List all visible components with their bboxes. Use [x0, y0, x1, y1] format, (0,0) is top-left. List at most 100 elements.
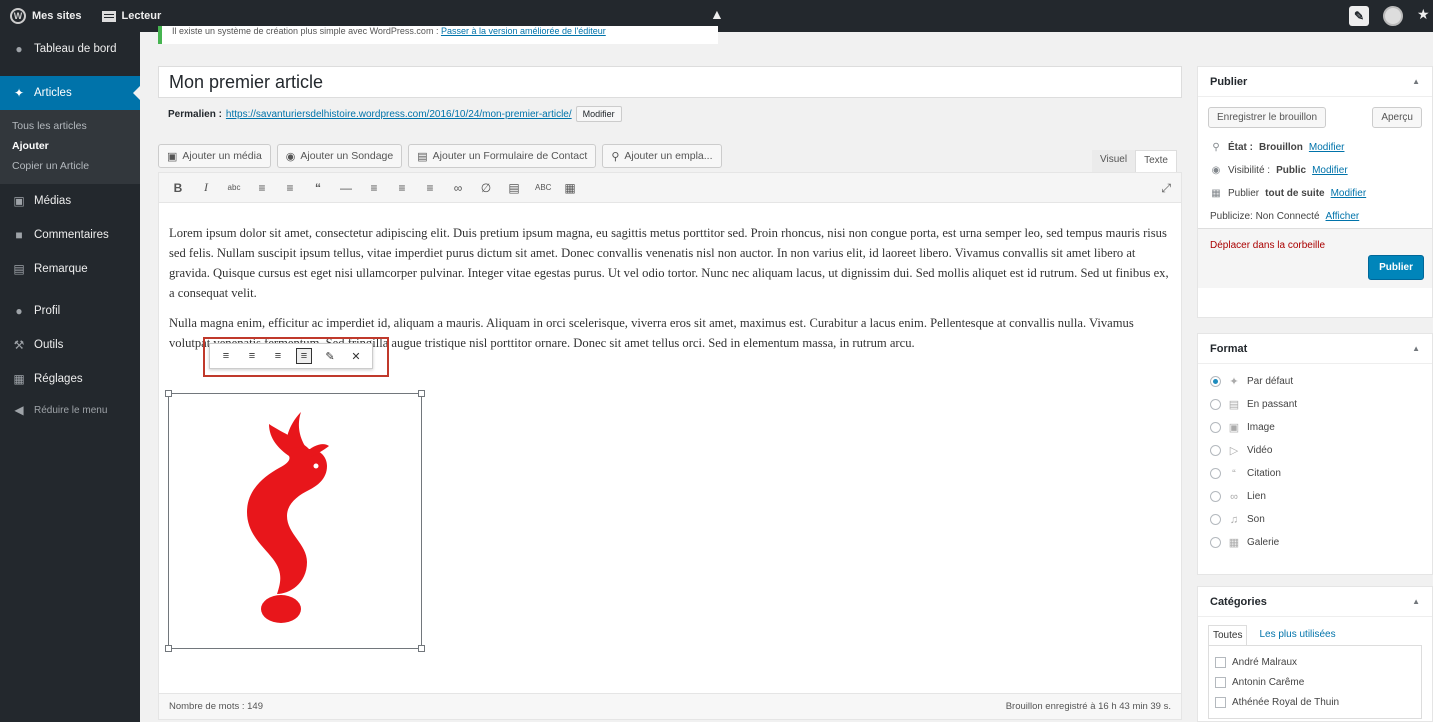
radio-button[interactable]: [1210, 399, 1221, 410]
horizontal-line-icon[interactable]: —: [339, 181, 353, 195]
edit-schedule-link[interactable]: Modifier: [1331, 188, 1367, 199]
tab-most-used[interactable]: Les plus utilisées: [1255, 625, 1339, 645]
radio-button[interactable]: [1210, 422, 1221, 433]
submenu-copy-article[interactable]: Copier un Article: [0, 156, 140, 176]
tab-all-categories[interactable]: Toutes: [1208, 625, 1248, 645]
format-option-quote[interactable]: “ Citation: [1198, 462, 1432, 485]
selected-image[interactable]: [165, 390, 425, 652]
fullscreen-icon[interactable]: ⤢: [1161, 181, 1171, 196]
collapse-arrow-icon[interactable]: ▲: [710, 6, 724, 22]
align-center-icon[interactable]: ≡: [395, 181, 409, 195]
post-status-row: ⚲ État : Brouillon Modifier: [1198, 136, 1432, 159]
move-to-trash-link[interactable]: Déplacer dans la corbeille: [1210, 240, 1325, 251]
tab-visual[interactable]: Visuel: [1092, 150, 1136, 172]
button-label: Ajouter un Sondage: [300, 150, 394, 162]
radio-button[interactable]: [1210, 514, 1221, 525]
content-editor[interactable]: B I abc ≡ ≡ “ — ≡ ≡ ≡ ∞ ∅ ▤ ABC ▦ ⤢ Lore…: [158, 172, 1182, 720]
format-option-image[interactable]: ▣ Image: [1198, 416, 1432, 439]
resize-handle[interactable]: [418, 645, 425, 652]
spellcheck-icon[interactable]: ABC: [535, 183, 551, 192]
eye-icon: ◉: [1211, 165, 1221, 176]
add-contact-form-button[interactable]: ▤ Ajouter un Formulaire de Contact: [408, 144, 597, 168]
publicize-show-link[interactable]: Afficher: [1326, 211, 1360, 222]
my-sites-menu[interactable]: W Mes sites: [0, 0, 92, 32]
list-item[interactable]: Athénée Royal de Thuin: [1215, 692, 1415, 712]
edit-status-link[interactable]: Modifier: [1309, 142, 1345, 153]
align-left-icon[interactable]: ≡: [367, 181, 381, 195]
format-option-standard[interactable]: ✦ Par défaut: [1198, 370, 1432, 393]
status-value: Brouillon: [1259, 142, 1303, 153]
sidebar-item-settings[interactable]: ▦ Réglages: [0, 362, 140, 396]
sidebar-item-label: Médias: [34, 195, 72, 207]
bold-icon[interactable]: B: [171, 181, 185, 195]
submenu-all-articles[interactable]: Tous les articles: [0, 116, 140, 136]
blockquote-icon[interactable]: “: [311, 181, 325, 195]
permalink-url[interactable]: https://savanturiersdelhistoire.wordpres…: [226, 109, 572, 120]
radio-button[interactable]: [1210, 445, 1221, 456]
publish-button[interactable]: Publier: [1368, 255, 1424, 280]
radio-button[interactable]: [1210, 537, 1221, 548]
toggle-panel-icon[interactable]: ▲: [1412, 67, 1420, 97]
permalink-edit-button[interactable]: Modifier: [575, 106, 622, 122]
italic-icon[interactable]: I: [199, 180, 213, 195]
post-title-input[interactable]: [158, 66, 1182, 98]
resize-handle[interactable]: [165, 645, 172, 652]
radio-button[interactable]: [1210, 468, 1221, 479]
sidebar-item-tools[interactable]: ⚒ Outils: [0, 328, 140, 362]
format-option-link[interactable]: ∞ Lien: [1198, 485, 1432, 508]
collapse-menu-button[interactable]: ◀ Réduire le menu: [0, 396, 140, 424]
sidebar-item-articles[interactable]: ✦ Articles: [0, 76, 140, 110]
add-media-button[interactable]: ▣ Ajouter un média: [158, 144, 271, 168]
tab-text[interactable]: Texte: [1135, 150, 1177, 172]
sidebar-item-profile[interactable]: ● Profil: [0, 294, 140, 328]
numbered-list-icon[interactable]: ≡: [283, 181, 297, 195]
align-left-icon[interactable]: ≡: [218, 348, 234, 364]
sidebar-item-media[interactable]: ▣ Médias: [0, 184, 140, 218]
bullet-list-icon[interactable]: ≡: [255, 181, 269, 195]
video-icon: ▷: [1229, 445, 1239, 457]
comment-icon: ■: [15, 228, 23, 242]
sidebar-item-feedback[interactable]: ▤ Remarque: [0, 252, 140, 286]
radio-button[interactable]: [1210, 376, 1221, 387]
toolbar-toggle-icon[interactable]: ▦: [563, 181, 577, 195]
read-more-icon[interactable]: ▤: [507, 181, 521, 195]
format-option-video[interactable]: ▷ Vidéo: [1198, 439, 1432, 462]
align-right-icon[interactable]: ≡: [270, 348, 286, 364]
sidebar-item-comments[interactable]: ■ Commentaires: [0, 218, 140, 252]
checkbox[interactable]: [1215, 676, 1226, 688]
submenu-add-new[interactable]: Ajouter: [0, 136, 140, 156]
save-draft-button[interactable]: Enregistrer le brouillon: [1208, 107, 1327, 128]
remove-image-icon[interactable]: ✕: [348, 348, 364, 364]
checkbox[interactable]: [1215, 696, 1226, 708]
notifications-icon[interactable]: ★: [1417, 6, 1430, 26]
preview-button[interactable]: Aperçu: [1372, 107, 1422, 128]
format-option-audio[interactable]: ♫ Son: [1198, 508, 1432, 531]
write-post-icon[interactable]: ✎: [1349, 6, 1369, 26]
avatar[interactable]: [1383, 6, 1403, 26]
list-item[interactable]: André Malraux: [1215, 652, 1415, 672]
unlink-icon[interactable]: ∅: [479, 181, 493, 195]
strikethrough-icon[interactable]: abc: [227, 183, 241, 192]
notice-link[interactable]: Passer à la version améliorée de l'édite…: [441, 26, 606, 36]
format-option-gallery[interactable]: ▦ Galerie: [1198, 531, 1432, 554]
publish-box: Publier ▲ Enregistrer le brouillon Aperçu…: [1197, 66, 1433, 318]
edit-visibility-link[interactable]: Modifier: [1312, 165, 1348, 176]
checkbox[interactable]: [1215, 656, 1226, 668]
sidebar-item-dashboard[interactable]: ● Tableau de bord: [0, 32, 140, 66]
add-poll-button[interactable]: ◉ Ajouter un Sondage: [276, 144, 403, 168]
editor-content[interactable]: Lorem ipsum dolor sit amet, consectetur …: [159, 203, 1181, 353]
toggle-panel-icon[interactable]: ▲: [1412, 587, 1420, 617]
align-center-icon[interactable]: ≡: [244, 348, 260, 364]
align-none-icon[interactable]: ≡: [296, 348, 312, 364]
list-item[interactable]: Antonin Carême: [1215, 672, 1415, 692]
align-right-icon[interactable]: ≡: [423, 181, 437, 195]
radio-button[interactable]: [1210, 491, 1221, 502]
resize-handle[interactable]: [165, 390, 172, 397]
add-location-button[interactable]: ⚲ Ajouter un empla...: [602, 144, 722, 168]
edit-pencil-icon[interactable]: ✎: [322, 348, 338, 364]
link-icon[interactable]: ∞: [451, 181, 465, 195]
resize-handle[interactable]: [418, 390, 425, 397]
category-label: Athénée Royal de Thuin: [1232, 696, 1340, 708]
toggle-panel-icon[interactable]: ▲: [1412, 334, 1420, 364]
format-option-aside[interactable]: ▤ En passant: [1198, 393, 1432, 416]
